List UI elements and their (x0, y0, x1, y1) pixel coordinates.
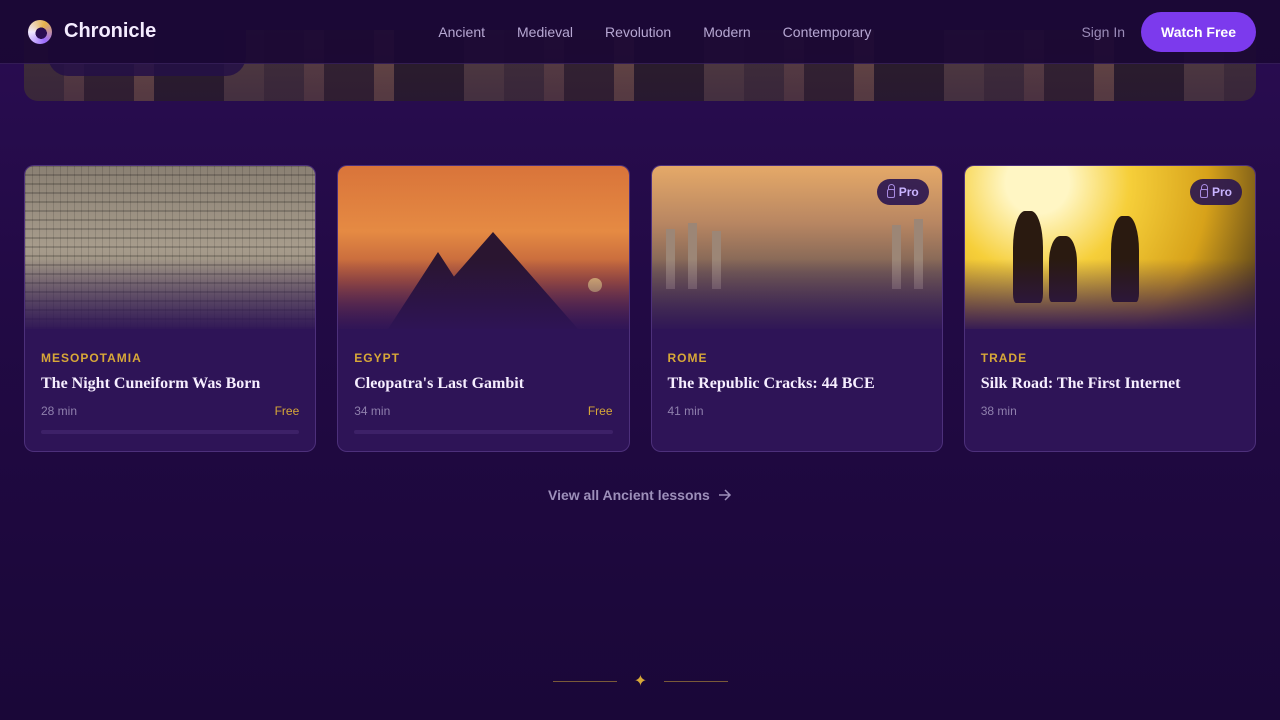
lock-icon (886, 184, 895, 198)
lesson-duration: 28 min (41, 404, 78, 418)
lesson-meta: 34 min Free (354, 404, 612, 418)
lesson-category: EGYPT (354, 351, 400, 365)
lesson-progress-bar (354, 430, 613, 434)
lesson-thumbnail-pyramids (338, 166, 629, 329)
lesson-meta: 28 min Free (41, 404, 299, 418)
lesson-card-trade[interactable]: Pro TRADE Silk Road: The First Internet … (963, 165, 1256, 452)
card-body: TRADE Silk Road: The First Internet 38 m… (965, 329, 1255, 418)
camel-silhouette (1048, 236, 1077, 302)
nav-link-medieval[interactable]: Medieval (517, 24, 573, 40)
sparkle-icon: ✦ (633, 673, 648, 690)
watch-free-button[interactable]: Watch Free (1141, 11, 1256, 52)
lesson-title: The Republic Cracks: 44 BCE (667, 375, 875, 392)
lesson-title: Cleopatra's Last Gambit (354, 375, 525, 392)
lock-icon (1199, 184, 1208, 198)
lesson-card-rome[interactable]: Pro ROME The Republic Cracks: 44 BCE 41 … (650, 165, 943, 452)
lesson-cards: MESOPOTAMIA The Night Cuneiform Was Born… (24, 165, 1256, 452)
free-tag: Free (587, 404, 613, 418)
nav-link-revolution[interactable]: Revolution (605, 24, 671, 40)
pyramid-shape (388, 252, 489, 329)
lesson-meta: 41 min (668, 404, 926, 418)
brand[interactable]: Chronicle (28, 19, 157, 44)
column-shape (891, 225, 901, 289)
header-actions: Sign In Watch Free (1081, 11, 1256, 52)
pyramid-shape (408, 232, 579, 329)
pro-badge: Pro (1189, 179, 1242, 205)
chronicle-logo-icon (28, 19, 52, 44)
view-all-lessons-link[interactable]: View all Ancient lessons (548, 487, 732, 503)
lesson-card-egypt[interactable]: EGYPT Cleopatra's Last Gambit 34 min Fre… (337, 165, 630, 452)
lesson-duration: 41 min (667, 404, 704, 418)
divider-line (553, 680, 617, 682)
lesson-meta: 38 min (981, 404, 1239, 418)
brand-name: Chronicle (64, 20, 157, 42)
site-header: Chronicle Ancient Medieval Revolution Mo… (0, 0, 1280, 64)
camel-silhouette (1110, 216, 1139, 302)
lesson-progress-bar (41, 430, 300, 434)
column-shape (711, 231, 721, 289)
nav-link-contemporary[interactable]: Contemporary (783, 24, 872, 40)
pro-badge: Pro (876, 179, 929, 205)
sign-in-link[interactable]: Sign In (1081, 24, 1125, 40)
card-body: ROME The Republic Cracks: 44 BCE 41 min (652, 329, 942, 418)
camel-silhouette (1012, 211, 1043, 303)
pro-badge-label: Pro (898, 185, 919, 199)
view-all-label: View all Ancient lessons (548, 487, 710, 503)
lesson-category: MESOPOTAMIA (41, 351, 142, 365)
divider-line (664, 680, 728, 682)
card-body: MESOPOTAMIA The Night Cuneiform Was Born… (25, 329, 315, 434)
lesson-card-mesopotamia[interactable]: MESOPOTAMIA The Night Cuneiform Was Born… (24, 165, 317, 452)
free-tag: Free (274, 404, 300, 418)
section-divider: ✦ (553, 672, 728, 690)
nav-link-ancient[interactable]: Ancient (438, 24, 485, 40)
lesson-title: Silk Road: The First Internet (980, 375, 1181, 392)
lesson-thumbnail-cuneiform-tablet (25, 166, 316, 329)
arrow-right-icon (718, 489, 731, 501)
main-nav: Ancient Medieval Revolution Modern Conte… (438, 24, 871, 40)
lesson-category: TRADE (980, 351, 1028, 365)
lesson-title: The Night Cuneiform Was Born (41, 375, 261, 392)
card-body: EGYPT Cleopatra's Last Gambit 34 min Fre… (338, 329, 628, 434)
lesson-category: ROME (667, 351, 708, 365)
sun-icon (588, 278, 603, 292)
column-shape (687, 223, 697, 289)
nav-link-modern[interactable]: Modern (703, 24, 750, 40)
column-shape (913, 219, 923, 289)
pro-badge-label: Pro (1211, 185, 1232, 199)
column-shape (665, 229, 675, 289)
lesson-duration: 38 min (980, 404, 1017, 418)
lesson-duration: 34 min (354, 404, 391, 418)
